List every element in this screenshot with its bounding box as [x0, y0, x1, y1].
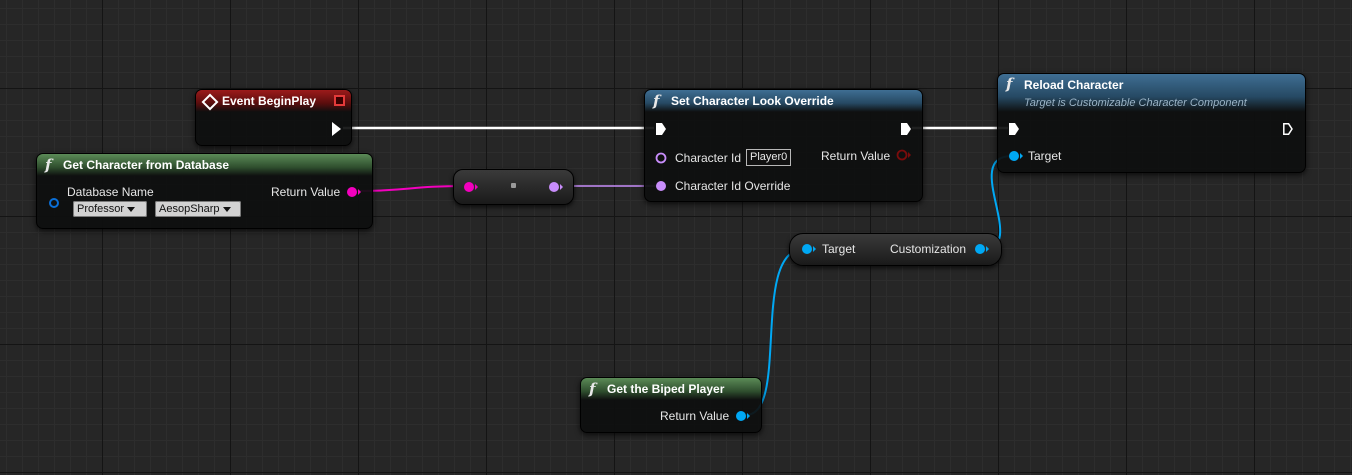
get-the-biped-player-header[interactable]: f Get the Biped Player [581, 378, 761, 400]
conversion-dot-icon [511, 183, 516, 188]
get-the-biped-player-title: Get the Biped Player [607, 382, 725, 396]
delegate-output-icon[interactable] [334, 95, 345, 106]
target-label: Target [822, 242, 856, 256]
get-character-from-database-header[interactable]: f Get Character from Database [37, 154, 372, 176]
event-beginplay-title: Event BeginPlay [222, 94, 317, 108]
reload-character-subtitle: Target is Customizable Character Compone… [1024, 97, 1247, 109]
chevron-down-icon [127, 206, 136, 212]
get-the-biped-player-node[interactable]: f Get the Biped Player Return Value [580, 377, 762, 433]
exec-out-pin[interactable] [332, 122, 341, 136]
character-id-input[interactable]: Player0 [746, 149, 792, 166]
conversion-output-pin[interactable] [548, 181, 564, 193]
return-value-object-pin[interactable] [735, 410, 751, 422]
function-icon: f [589, 380, 596, 398]
target-label: Target [1028, 149, 1062, 163]
string-wire-database-to-conversion [356, 185, 467, 192]
return-value-label: Return Value [660, 409, 730, 423]
set-character-look-override-node[interactable]: f Set Character Look Override Character … [644, 89, 923, 202]
dropdown-value: Professor [77, 203, 125, 215]
dropdown-value: AesopSharp [159, 203, 220, 215]
customization-output-pin[interactable] [974, 243, 990, 255]
database-dropdown-aesopsharp[interactable]: AesopSharp [155, 201, 241, 217]
character-id-override-label: Character Id Override [675, 179, 791, 193]
reload-character-node[interactable]: f Reload Character Target is Customizabl… [997, 73, 1306, 173]
function-icon: f [45, 156, 52, 174]
target-pin[interactable] [1008, 150, 1024, 162]
event-diamond-icon [201, 93, 219, 111]
set-character-look-override-header[interactable]: f Set Character Look Override [645, 90, 922, 112]
chevron-down-icon [222, 206, 231, 212]
database-dropdown-professor[interactable]: Professor [73, 201, 147, 217]
return-value-string-pin[interactable] [346, 186, 362, 198]
exec-in-pin[interactable] [1009, 123, 1019, 135]
reload-character-header[interactable]: f Reload Character Target is Customizabl… [998, 74, 1305, 112]
character-id-label: Character Id [675, 151, 742, 165]
get-character-from-database-node[interactable]: f Get Character from Database Database N… [36, 153, 373, 229]
function-icon: f [1006, 75, 1013, 93]
return-value-label: Return Value [821, 149, 891, 163]
function-icon: f [653, 92, 660, 110]
target-pin[interactable] [801, 243, 817, 255]
get-character-from-database-title: Get Character from Database [63, 158, 230, 172]
return-value-pin[interactable] [896, 149, 912, 161]
database-name-pin[interactable] [48, 197, 60, 209]
exec-in-pin[interactable] [656, 123, 666, 135]
customization-getter-node[interactable]: Target Customization [789, 233, 1002, 266]
event-beginplay-header[interactable]: Event BeginPlay [196, 90, 351, 112]
character-id-pin[interactable] [655, 152, 667, 164]
reload-character-title: Reload Character [1024, 78, 1124, 92]
customization-label: Customization [890, 242, 967, 256]
conversion-input-pin[interactable] [463, 181, 479, 193]
set-character-look-override-title: Set Character Look Override [671, 94, 834, 108]
event-beginplay-node[interactable]: Event BeginPlay [195, 89, 352, 146]
database-name-label: Database Name [67, 185, 154, 199]
string-to-name-conversion-node[interactable] [453, 169, 574, 205]
exec-out-pin[interactable] [1283, 123, 1293, 135]
return-value-label: Return Value [271, 185, 341, 199]
character-id-override-pin[interactable] [655, 180, 667, 192]
exec-out-pin[interactable] [901, 123, 911, 135]
